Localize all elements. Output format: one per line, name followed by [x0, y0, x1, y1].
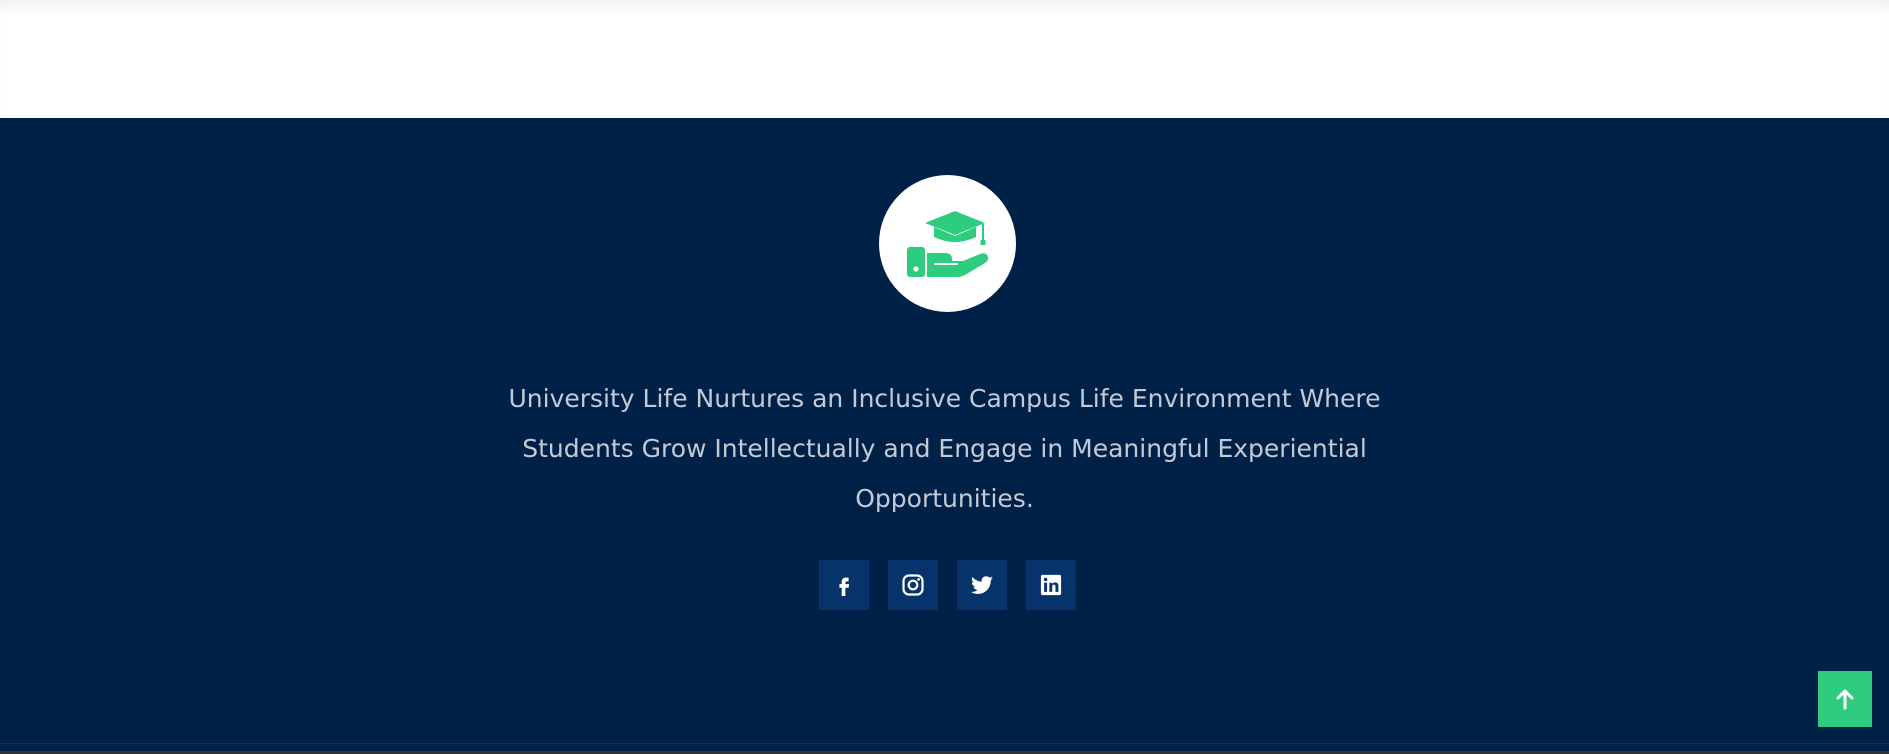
linkedin-icon: [1040, 574, 1062, 596]
linkedin-link[interactable]: [1026, 560, 1076, 610]
social-links: [819, 560, 1076, 610]
site-footer: University Life Nurtures an Inclusive Ca…: [0, 118, 1889, 754]
top-section: [0, 0, 1889, 118]
footer-logo[interactable]: [879, 175, 1016, 312]
back-to-top-button[interactable]: [1818, 671, 1872, 727]
footer-tagline: University Life Nurtures an Inclusive Ca…: [508, 384, 1381, 513]
footer-divider: [0, 743, 1889, 744]
arrow-up-icon: [1836, 689, 1854, 710]
twitter-icon: [971, 576, 993, 594]
facebook-icon: [839, 577, 850, 596]
instagram-icon: [902, 574, 924, 596]
page: University Life Nurtures an Inclusive Ca…: [0, 0, 1889, 754]
graduation-cap-hand-icon: [906, 210, 988, 277]
instagram-link[interactable]: [888, 560, 938, 610]
twitter-link[interactable]: [957, 560, 1007, 610]
facebook-link[interactable]: [819, 560, 869, 610]
